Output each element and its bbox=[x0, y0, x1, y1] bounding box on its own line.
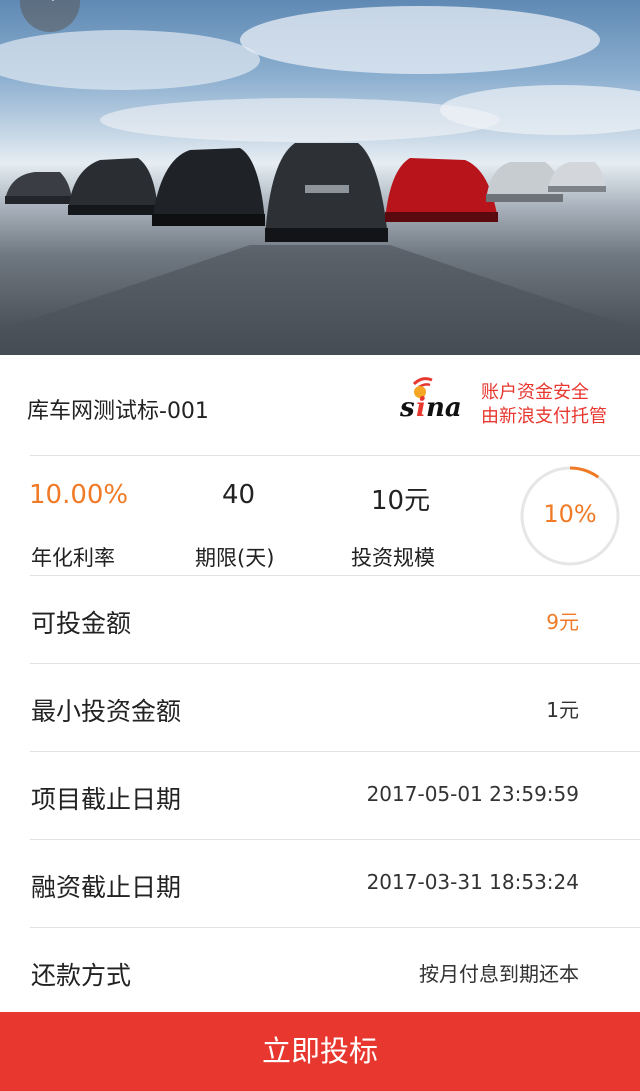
back-button[interactable] bbox=[20, 0, 80, 32]
project-deadline-value: 2017-05-01 23:59:59 bbox=[366, 782, 579, 806]
min-investment-value: 1元 bbox=[546, 698, 579, 722]
term-label: 期限(天) bbox=[195, 546, 275, 570]
detail-row-repayment: 还款方式 按月付息到期还本 bbox=[0, 928, 640, 1016]
car-center bbox=[265, 143, 388, 242]
sina-security-line2: 由新浪支付托管 bbox=[481, 406, 607, 427]
financing-deadline-value: 2017-03-31 18:53:24 bbox=[366, 870, 579, 894]
detail-row-project-deadline: 项目截止日期 2017-05-01 23:59:59 bbox=[0, 752, 640, 840]
available-amount-label: 可投金额 bbox=[31, 609, 132, 638]
project-deadline-label: 项目截止日期 bbox=[31, 785, 182, 814]
svg-text:na: na bbox=[426, 393, 462, 422]
detail-row-min-investment: 最小投资金额 1元 bbox=[0, 664, 640, 752]
financing-deadline-label: 融资截止日期 bbox=[31, 873, 182, 902]
invest-now-button[interactable]: 立即投标 bbox=[0, 1012, 640, 1091]
cars-illustration bbox=[0, 6, 640, 355]
divider bbox=[30, 455, 640, 456]
car-far-left bbox=[5, 172, 72, 204]
annual-rate-value: 10.00% bbox=[29, 480, 129, 510]
repayment-method-value: 按月付息到期还本 bbox=[419, 962, 579, 986]
detail-row-financing-deadline: 融资截止日期 2017-03-31 18:53:24 bbox=[0, 840, 640, 928]
sina-security-line1: 账户资金安全 bbox=[481, 382, 589, 403]
sina-logo-icon: s i na bbox=[399, 377, 462, 422]
scale-label: 投资规模 bbox=[351, 546, 435, 570]
scale-value: 10元 bbox=[371, 486, 431, 516]
chevron-left-icon bbox=[51, 0, 54, 2]
svg-text:s: s bbox=[399, 393, 415, 422]
sina-security-note: 账户资金安全 由新浪支付托管 bbox=[481, 381, 607, 429]
svg-text:i: i bbox=[416, 393, 426, 422]
hero-banner-image bbox=[0, 0, 640, 355]
annual-rate-label: 年化利率 bbox=[31, 546, 115, 570]
car-far-right bbox=[548, 162, 606, 192]
progress-percent: 10% bbox=[543, 500, 597, 528]
repayment-method-label: 还款方式 bbox=[31, 961, 132, 990]
detail-row-available: 可投金额 9元 bbox=[0, 576, 640, 664]
term-value: 40 bbox=[222, 480, 256, 510]
product-title: 库车网测试标-001 bbox=[27, 399, 209, 424]
car-center-left bbox=[152, 148, 265, 226]
car-left bbox=[68, 158, 158, 215]
car-red bbox=[385, 158, 498, 222]
available-amount-value: 9元 bbox=[546, 610, 579, 634]
min-investment-label: 最小投资金额 bbox=[31, 697, 182, 726]
